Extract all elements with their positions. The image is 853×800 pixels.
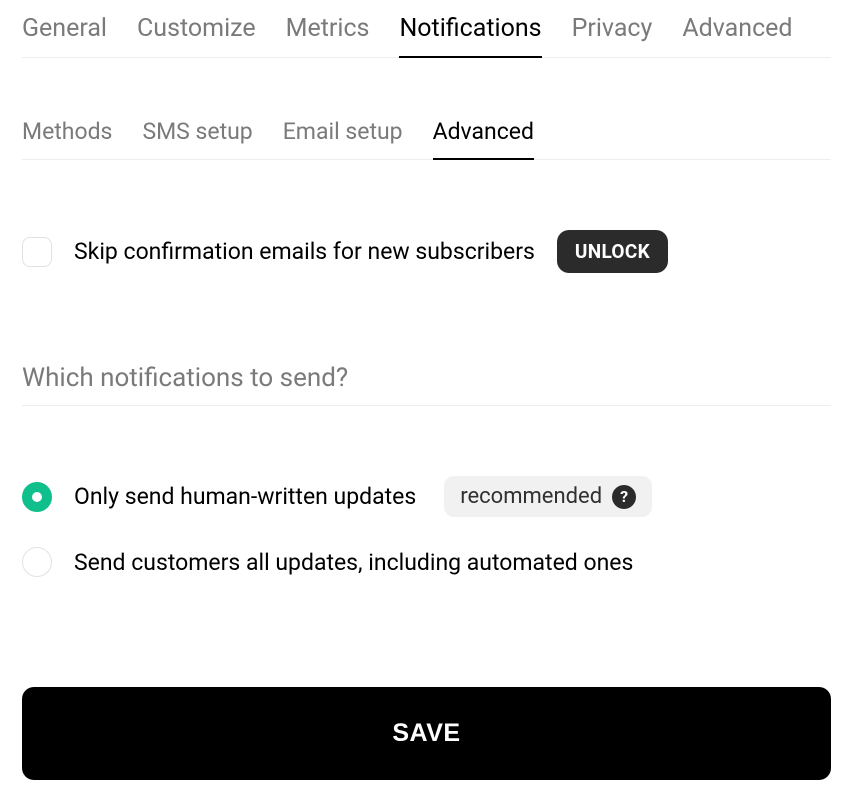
radio-all-updates[interactable] — [22, 547, 52, 577]
tab-metrics[interactable]: Metrics — [286, 14, 370, 57]
tab-privacy[interactable]: Privacy — [572, 14, 653, 57]
radio-human-written-label: Only send human-written updates — [74, 483, 416, 510]
skip-confirmation-label: Skip confirmation emails for new subscri… — [74, 238, 535, 265]
tab-notifications[interactable]: Notifications — [399, 14, 541, 57]
subtab-advanced[interactable]: Advanced — [433, 118, 534, 159]
save-button[interactable]: SAVE — [22, 687, 831, 780]
recommended-text: recommended — [460, 484, 602, 509]
recommended-badge: recommended ? — [444, 476, 652, 517]
unlock-button[interactable]: UNLOCK — [557, 230, 668, 273]
radio-all-updates-label: Send customers all updates, including au… — [74, 549, 633, 576]
radio-human-written[interactable] — [22, 482, 52, 512]
help-icon[interactable]: ? — [612, 485, 636, 509]
tab-general[interactable]: General — [22, 14, 107, 57]
primary-tab-row: General Customize Metrics Notifications … — [22, 14, 831, 58]
radio-option-human-written: Only send human-written updates recommen… — [22, 476, 831, 517]
tab-advanced[interactable]: Advanced — [682, 14, 792, 57]
radio-option-all-updates: Send customers all updates, including au… — [22, 547, 831, 577]
secondary-tab-row: Methods SMS setup Email setup Advanced — [22, 118, 831, 160]
subtab-email-setup[interactable]: Email setup — [283, 118, 403, 159]
tab-customize[interactable]: Customize — [137, 14, 256, 57]
skip-confirmation-checkbox[interactable] — [22, 237, 52, 267]
subtab-sms-setup[interactable]: SMS setup — [142, 118, 252, 159]
skip-confirmation-row: Skip confirmation emails for new subscri… — [22, 230, 831, 273]
section-heading: Which notifications to send? — [22, 363, 831, 406]
subtab-methods[interactable]: Methods — [22, 118, 112, 159]
